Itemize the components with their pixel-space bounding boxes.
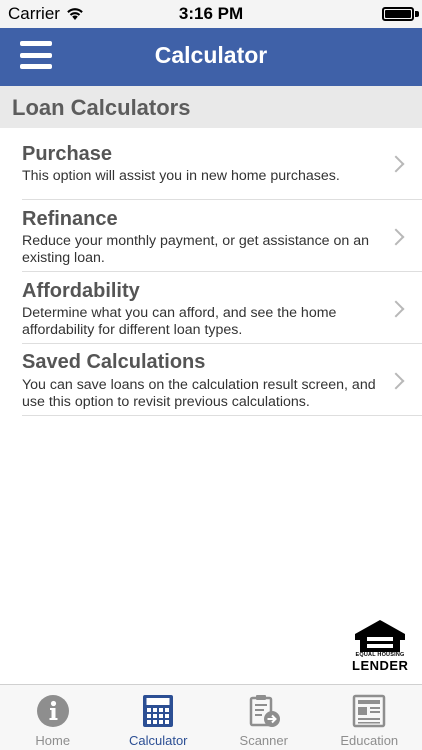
list-item-affordability[interactable]: Affordability Determine what you can aff… — [22, 272, 422, 344]
list-item-title: Refinance — [22, 208, 118, 230]
newspaper-icon — [353, 694, 386, 728]
info-icon — [36, 695, 69, 727]
list-item-purchase[interactable]: Purchase This option will assist you in … — [22, 128, 422, 200]
status-bar: Carrier 3:16 PM — [0, 0, 422, 28]
list-item-title: Purchase — [22, 143, 113, 165]
logo-main-text: LENDER — [352, 658, 409, 673]
tab-home[interactable]: Home — [0, 685, 106, 750]
navigation-bar: Calculator — [0, 28, 422, 86]
list-item-description: You can save loans on the calculation re… — [22, 377, 376, 410]
tab-calculator[interactable]: Calculator — [106, 685, 212, 750]
section-header: Loan Calculators — [0, 86, 422, 128]
battery-icon — [382, 7, 414, 21]
tab-education[interactable]: Education — [317, 685, 422, 750]
tab-label: Scanner — [239, 733, 288, 748]
page-title: Calculator — [154, 42, 268, 68]
battery-tip — [415, 11, 419, 17]
tab-bar: Home Calculator Scanner Education — [0, 684, 422, 750]
loan-calculator-list: Purchase This option will assist you in … — [0, 128, 422, 416]
chevron-right-icon — [387, 228, 405, 246]
tab-scanner[interactable]: Scanner — [211, 685, 317, 750]
tab-label: Calculator — [128, 733, 188, 748]
status-time: 3:16 PM — [178, 4, 244, 23]
chevron-right-icon — [387, 300, 405, 318]
list-item-description: This option will assist you in new home … — [22, 168, 340, 184]
chevron-right-icon — [387, 372, 405, 390]
list-item-title: Affordability — [22, 280, 140, 302]
list-item-saved-calculations[interactable]: Saved Calculations You can save loans on… — [22, 344, 422, 416]
battery-level-fill — [385, 10, 411, 18]
list-item-title: Saved Calculations — [22, 351, 206, 373]
scanner-icon — [249, 695, 280, 727]
list-item-description: Reduce your monthly payment, or get assi… — [22, 233, 369, 266]
list-item-refinance[interactable]: Refinance Reduce your monthly payment, o… — [22, 200, 422, 272]
list-item-description: Determine what you can afford, and see t… — [22, 305, 337, 338]
tab-label: Home — [35, 733, 71, 748]
tab-label: Education — [340, 733, 399, 748]
chevron-right-icon — [387, 155, 405, 173]
calculator-icon — [143, 695, 174, 727]
section-title: Loan Calculators — [12, 95, 191, 120]
